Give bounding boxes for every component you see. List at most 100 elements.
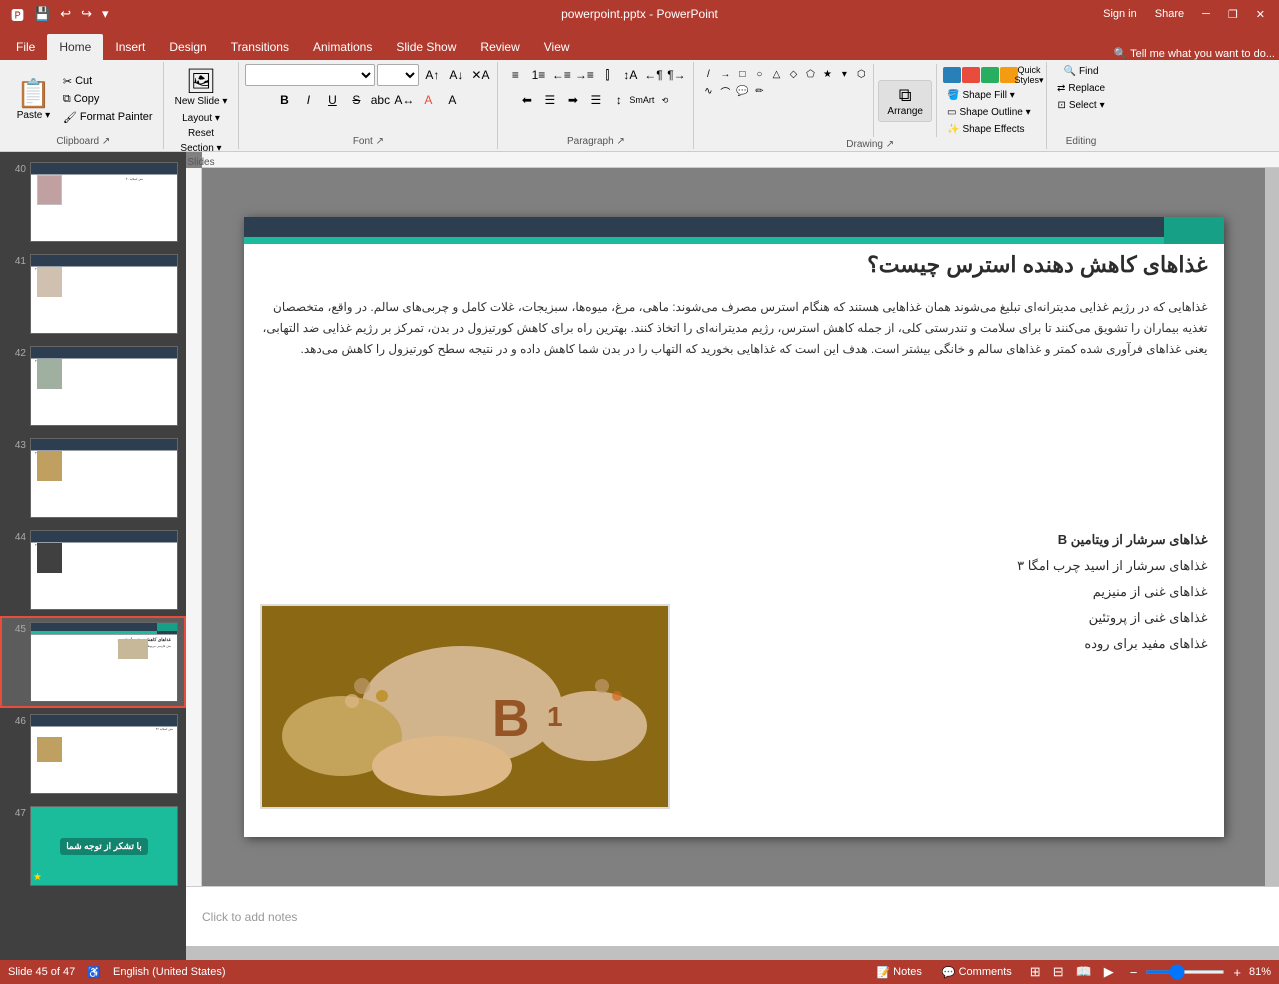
font-family-select[interactable] [245, 64, 375, 86]
strikethrough-button[interactable]: S [345, 89, 367, 111]
increase-font-button[interactable]: A↑ [421, 64, 443, 86]
notes-button[interactable]: 📝 Notes [870, 964, 927, 981]
tell-me-input[interactable]: 🔍 Tell me what you want to do... [1114, 47, 1275, 60]
shape-connector[interactable]: ⌒ [717, 83, 733, 99]
underline-button[interactable]: U [321, 89, 343, 111]
slide-item-41[interactable]: 41 متن اسلاید ۴۱ [0, 248, 186, 340]
new-slide-button[interactable]: 🖼 New Slide ▾ [170, 64, 233, 110]
slideshow-button[interactable]: ▶ [1100, 962, 1118, 982]
shape-triangle[interactable]: △ [768, 66, 784, 82]
slide-thumb-47[interactable]: با تشکر از توجه شما ★ [30, 806, 178, 886]
shape-outline-button[interactable]: ▭ Shape Outline ▾ [943, 105, 1040, 120]
slide-item-42[interactable]: 42 متن اسلاید ۴۲ [0, 340, 186, 432]
horizontal-scrollbar[interactable] [186, 946, 1279, 960]
find-button[interactable]: 🔍 Find [1060, 64, 1103, 79]
share-button[interactable]: Share [1149, 6, 1190, 22]
notes-placeholder[interactable]: Click to add notes [202, 910, 297, 924]
slide-thumb-41[interactable]: متن اسلاید ۴۱ [30, 254, 178, 334]
justify-button[interactable]: ☰ [585, 89, 607, 111]
rtl-button[interactable]: ←¶ [642, 64, 664, 86]
save-icon[interactable]: 💾 [31, 4, 53, 24]
font-color-button[interactable]: A [417, 89, 439, 111]
font-size-select[interactable] [377, 64, 419, 86]
shape-line[interactable]: / [700, 66, 716, 82]
tab-slideshow[interactable]: Slide Show [384, 34, 468, 60]
slide-thumb-44[interactable]: متن اسلاید ۴۴ [30, 530, 178, 610]
shape-callout[interactable]: 💬 [734, 83, 750, 99]
text-direction-button[interactable]: ↕A [619, 64, 641, 86]
minimize-button[interactable]: ─ [1196, 6, 1216, 22]
layout-button[interactable]: Layout ▾ [179, 112, 223, 125]
tab-file[interactable]: File [4, 34, 47, 60]
zoom-in-button[interactable]: + [1229, 963, 1245, 982]
arrange-button[interactable]: ⧉ Arrange [878, 80, 932, 122]
slide-item-46[interactable]: 46 متن اسلاید ۴۶ [0, 708, 186, 800]
shape-star[interactable]: ★ [819, 66, 835, 82]
select-button[interactable]: ⊡ Select ▾ [1053, 98, 1108, 113]
shape-pentagon[interactable]: ⬠ [802, 66, 818, 82]
copy-button[interactable]: ⧉Copy [59, 91, 157, 108]
shape-arrow[interactable]: → [717, 66, 733, 82]
tab-insert[interactable]: Insert [103, 34, 157, 60]
convert-smartart-button[interactable]: ⟲ [654, 89, 676, 111]
slide-item-43[interactable]: 43 متن اسلاید ۴۳ [0, 432, 186, 524]
close-button[interactable]: ✕ [1250, 6, 1271, 23]
shape-fill-button[interactable]: 🪣 Shape Fill ▾ [943, 88, 1040, 103]
shape-rect[interactable]: □ [734, 66, 750, 82]
tab-design[interactable]: Design [157, 34, 218, 60]
quick-style-1[interactable] [943, 67, 961, 83]
text-highlight-button[interactable]: A [441, 89, 463, 111]
decrease-font-button[interactable]: A↓ [445, 64, 467, 86]
cut-button[interactable]: ✂Cut [59, 73, 157, 90]
shape-circle[interactable]: ○ [751, 66, 767, 82]
numbering-button[interactable]: 1≡ [527, 64, 549, 86]
quick-styles-dropdown[interactable]: Quick Styles▾ [1018, 64, 1040, 86]
align-center-button[interactable]: ☰ [539, 89, 561, 111]
section-button[interactable]: Section ▾ [177, 142, 224, 155]
slide-item-47[interactable]: 47 با تشکر از توجه شما ★ [0, 800, 186, 892]
reset-button[interactable]: Reset [185, 127, 217, 140]
shape-more[interactable]: ▾ [836, 66, 852, 82]
slide-thumb-43[interactable]: متن اسلاید ۴۳ [30, 438, 178, 518]
tab-transitions[interactable]: Transitions [219, 34, 301, 60]
shape-freeform[interactable]: ✏ [751, 83, 767, 99]
shadow-button[interactable]: abc [369, 89, 391, 111]
normal-view-button[interactable]: ⊞ [1026, 962, 1045, 982]
italic-button[interactable]: I [297, 89, 319, 111]
customize-icon[interactable]: ▾ [99, 4, 112, 24]
quick-style-3[interactable] [981, 67, 999, 83]
undo-icon[interactable]: ↩ [57, 4, 74, 24]
bullets-button[interactable]: ≡ [504, 64, 526, 86]
reading-view-button[interactable]: 📖 [1072, 962, 1096, 982]
notes-area[interactable]: Click to add notes [186, 886, 1279, 946]
slide-thumb-40[interactable]: متن اسلاید ۴۰ [30, 162, 178, 242]
columns-button[interactable]: ⫿ [596, 64, 618, 86]
canvas-scroll[interactable]: غذاهای کاهش دهنده استرس چیست؟ غذاهایی که… [202, 168, 1265, 886]
redo-icon[interactable]: ↪ [78, 4, 95, 24]
restore-button[interactable]: ❐ [1222, 6, 1244, 23]
char-spacing-button[interactable]: A↔ [393, 89, 415, 111]
slide-item-40[interactable]: 40 متن اسلاید ۴۰ [0, 156, 186, 248]
line-spacing-button[interactable]: ↕ [608, 89, 630, 111]
tab-review[interactable]: Review [468, 34, 531, 60]
comments-button[interactable]: 💬 Comments [936, 964, 1018, 981]
slide-thumb-42[interactable]: متن اسلاید ۴۲ [30, 346, 178, 426]
tab-animations[interactable]: Animations [301, 34, 384, 60]
bold-button[interactable]: B [273, 89, 295, 111]
shape-effects-button[interactable]: ✨ Shape Effects [943, 122, 1040, 137]
tab-view[interactable]: View [532, 34, 582, 60]
format-painter-button[interactable]: 🖌Format Painter [59, 109, 157, 126]
shape-diamond[interactable]: ◇ [785, 66, 801, 82]
replace-button[interactable]: ⇄ Replace [1053, 81, 1109, 96]
shape-flowchart[interactable]: ⬡ [853, 66, 869, 82]
quick-style-2[interactable] [962, 67, 980, 83]
shape-curve[interactable]: ∿ [700, 83, 716, 99]
smartart-button[interactable]: SmArt [631, 89, 653, 111]
slide-item-45[interactable]: 45 غذاهای کاهش دهنده استرس متن فارسی مرب… [0, 616, 186, 708]
align-right-button[interactable]: ➡ [562, 89, 584, 111]
slide-thumb-46[interactable]: متن اسلاید ۴۶ [30, 714, 178, 794]
zoom-percentage[interactable]: 81% [1249, 966, 1271, 978]
vertical-scrollbar[interactable] [1265, 168, 1279, 886]
zoom-out-button[interactable]: − [1126, 963, 1142, 982]
sign-in-button[interactable]: Sign in [1097, 6, 1143, 22]
